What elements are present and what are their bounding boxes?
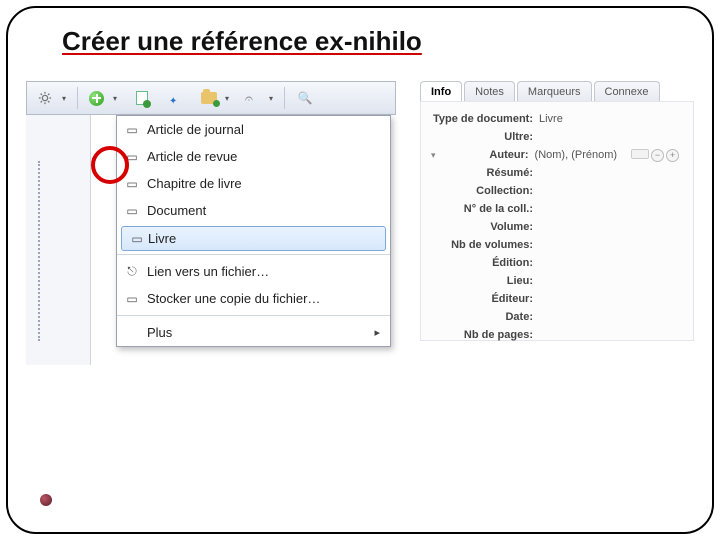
dropdown-label: Livre	[148, 231, 176, 246]
field-label: Nb de volumes:	[431, 239, 539, 251]
doc-icon: ▭	[125, 150, 139, 164]
dropdown-item-article-revue[interactable]: ▭ Article de revue	[117, 143, 390, 170]
author-mode-toggle[interactable]	[631, 149, 649, 159]
field-nb-volumes: Nb de volumes:	[431, 236, 683, 254]
info-panel: Type de document: Livre Ultre: ▾ Auteur:…	[420, 101, 694, 341]
dropdown-divider	[117, 254, 390, 255]
tab-notes[interactable]: Notes	[464, 81, 515, 101]
dropdown-item-livre[interactable]: ▭ Livre	[121, 226, 386, 251]
field-label: N° de la coll.:	[431, 203, 539, 215]
slide-bullet	[40, 494, 52, 506]
field-label: Ultre:	[431, 131, 539, 143]
field-editeur: Éditeur:	[431, 290, 683, 308]
dropdown-label: Article de revue	[147, 149, 237, 164]
caret-icon[interactable]: ▾	[431, 150, 436, 161]
wand-icon	[169, 91, 183, 105]
author-add-button[interactable]: +	[666, 149, 679, 162]
left-pane: 𝄐 ▭Article de journal ▭Article de revue …	[26, 81, 396, 341]
doc-icon: ▭	[125, 123, 139, 137]
author-remove-button[interactable]: −	[651, 149, 664, 162]
dropdown-item-plus[interactable]: Plus	[117, 319, 390, 346]
add-folder-button[interactable]	[196, 85, 234, 111]
add-item-button[interactable]	[84, 85, 122, 111]
gear-icon	[38, 91, 52, 105]
dotted-divider	[38, 161, 40, 341]
field-label: Édition:	[431, 257, 539, 269]
dropdown-item-article-journal[interactable]: ▭ Article de journal	[117, 116, 390, 143]
paperclip-icon: 𝄐	[245, 90, 253, 107]
plus-circle-icon	[89, 91, 104, 106]
dropdown-label: Plus	[147, 325, 172, 340]
book-icon: ▭	[130, 232, 144, 246]
dropdown-label: Stocker une copie du fichier…	[147, 291, 320, 306]
dropdown-item-chapitre[interactable]: ▭ Chapitre de livre	[117, 170, 390, 197]
field-date: Date:	[431, 308, 683, 326]
lookup-button[interactable]	[162, 85, 190, 111]
field-label: Résumé:	[431, 167, 539, 179]
field-label: Collection:	[431, 185, 539, 197]
dropdown-label: Article de journal	[147, 122, 244, 137]
slide-title: Créer une référence ex-nihilo	[62, 26, 694, 57]
new-doc-button[interactable]	[128, 85, 156, 111]
field-volume: Volume:	[431, 218, 683, 236]
field-value[interactable]: Livre	[539, 113, 563, 125]
document-plus-icon	[136, 91, 148, 105]
field-resume: Résumé:	[431, 164, 683, 182]
field-edition: Édition:	[431, 254, 683, 272]
field-label: Lieu:	[431, 275, 539, 287]
field-label: Éditeur:	[431, 293, 539, 305]
content-row: 𝄐 ▭Article de journal ▭Article de revue …	[26, 81, 694, 341]
field-nb-pages: Nb de pages:	[431, 326, 683, 344]
field-type: Type de document: Livre	[431, 110, 683, 128]
toolbar-separator	[77, 87, 78, 109]
link-icon: ⎋	[125, 264, 139, 279]
dropdown-label: Document	[147, 203, 206, 218]
field-label: Date:	[431, 311, 539, 323]
gear-button[interactable]	[33, 85, 71, 111]
tab-info[interactable]: Info	[420, 81, 462, 101]
field-titre: Ultre:	[431, 128, 683, 146]
field-num-coll: N° de la coll.:	[431, 200, 683, 218]
new-item-dropdown: ▭ Article de journal ▭ Article de revue ▭ C…	[116, 115, 391, 347]
dropdown-item-document[interactable]: ▭ Document	[117, 197, 390, 224]
tabs: Info Notes Marqueurs Connexe	[420, 81, 694, 101]
field-lieu: Lieu:	[431, 272, 683, 290]
field-label: Nb de pages:	[431, 329, 539, 341]
field-value[interactable]: (Nom), (Prénom)	[535, 149, 618, 161]
doc-icon: ▭	[125, 177, 139, 191]
dropdown-item-store-copy[interactable]: ▭ Stocker une copie du fichier…	[117, 285, 390, 312]
tab-marqueurs[interactable]: Marqueurs	[517, 81, 592, 101]
field-auteur: ▾ Auteur: (Nom), (Prénom) − +	[431, 146, 683, 164]
magnifier-icon	[298, 89, 313, 107]
author-controls: − +	[631, 149, 679, 162]
toolbar-separator	[284, 87, 285, 109]
right-pane: Info Notes Marqueurs Connexe Type de doc…	[420, 81, 694, 341]
search-button[interactable]	[291, 85, 319, 111]
doc-icon: ▭	[125, 204, 139, 218]
sidebar-bg	[26, 115, 91, 365]
attachment-button[interactable]: 𝄐	[240, 85, 278, 111]
tab-connexe[interactable]: Connexe	[594, 81, 660, 101]
dropdown-label: Chapitre de livre	[147, 176, 242, 191]
field-label: Auteur:	[439, 149, 535, 161]
field-label: Type de document:	[431, 113, 539, 125]
field-label: Volume:	[431, 221, 539, 233]
toolbar: 𝄐	[26, 81, 396, 115]
folder-plus-icon	[201, 92, 217, 104]
field-collection: Collection:	[431, 182, 683, 200]
dropdown-divider	[117, 315, 390, 316]
save-icon: ▭	[125, 292, 139, 306]
dropdown-label: Lien vers un fichier…	[147, 264, 269, 279]
slide-frame: Créer une référence ex-nihilo	[6, 6, 714, 534]
dropdown-item-link-file[interactable]: ⎋ Lien vers un fichier…	[117, 258, 390, 285]
